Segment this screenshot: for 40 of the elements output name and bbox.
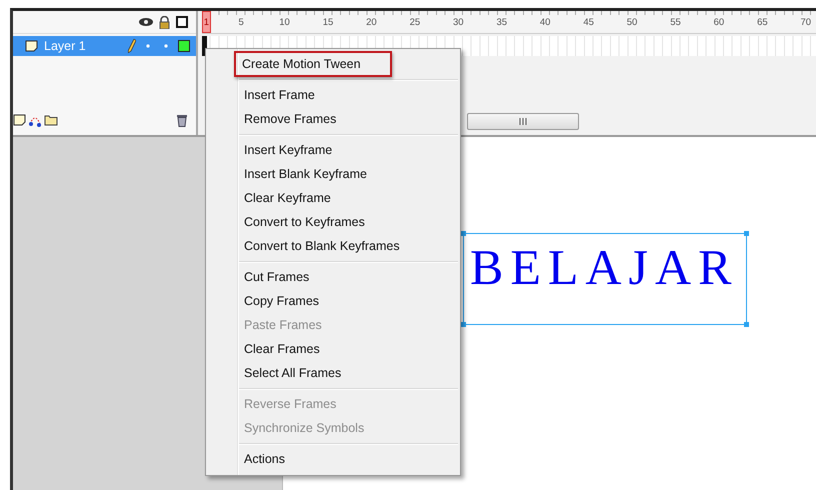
frame-number: 5 xyxy=(237,16,245,30)
frame-number: 70 xyxy=(801,16,810,30)
outline-icon[interactable] xyxy=(176,16,188,28)
frame-number: 50 xyxy=(628,16,636,30)
frame-number: 20 xyxy=(367,16,376,30)
menu-item[interactable]: Actions xyxy=(236,447,293,471)
frame-number: 35 xyxy=(497,16,506,30)
frame-number: 65 xyxy=(758,16,767,30)
pencil-icon xyxy=(128,39,136,53)
trash-icon[interactable] xyxy=(176,114,188,126)
frame-number: 25 xyxy=(410,16,420,30)
menu-item[interactable]: Insert Blank Keyframe xyxy=(236,162,375,186)
menu-item[interactable]: Cut Frames xyxy=(236,265,318,289)
lock-icon[interactable] xyxy=(159,16,170,28)
scrollbar-thumb[interactable] xyxy=(467,113,579,130)
menu-item[interactable]: Clear Frames xyxy=(236,337,328,361)
eye-icon[interactable] xyxy=(139,17,153,27)
menu-item[interactable]: Clear Keyframe xyxy=(236,186,339,210)
menu-item[interactable]: Convert to Keyframes xyxy=(236,210,373,234)
new-layer-icon[interactable] xyxy=(13,114,26,126)
menu-item[interactable]: Select All Frames xyxy=(236,361,350,385)
frame-number: 60 xyxy=(714,16,724,30)
frame-number: 10 xyxy=(280,16,289,30)
folder-icon[interactable] xyxy=(44,114,58,126)
menu-item[interactable]: Remove Frames xyxy=(236,107,344,131)
layer-icon xyxy=(25,40,38,52)
frame-number: 55 xyxy=(671,16,680,30)
menu-item[interactable]: Copy Frames xyxy=(236,289,328,313)
playhead[interactable]: 1 xyxy=(202,11,211,33)
frame-number: 40 xyxy=(540,16,550,30)
frame-number: 15 xyxy=(324,16,332,30)
outline-color-icon[interactable] xyxy=(178,40,190,52)
text-field[interactable]: BELAJAR xyxy=(463,233,747,325)
menu-item[interactable]: Convert to Blank Keyframes xyxy=(236,234,408,258)
layer-name: Layer 1 xyxy=(44,39,87,53)
menu-item[interactable]: Insert Frame xyxy=(236,83,323,107)
frame-number: 30 xyxy=(454,16,463,30)
menu-item[interactable]: Insert Keyframe xyxy=(236,138,340,162)
frame-number: 45 xyxy=(584,16,593,30)
menu-item[interactable]: Create Motion Tween xyxy=(234,51,392,77)
